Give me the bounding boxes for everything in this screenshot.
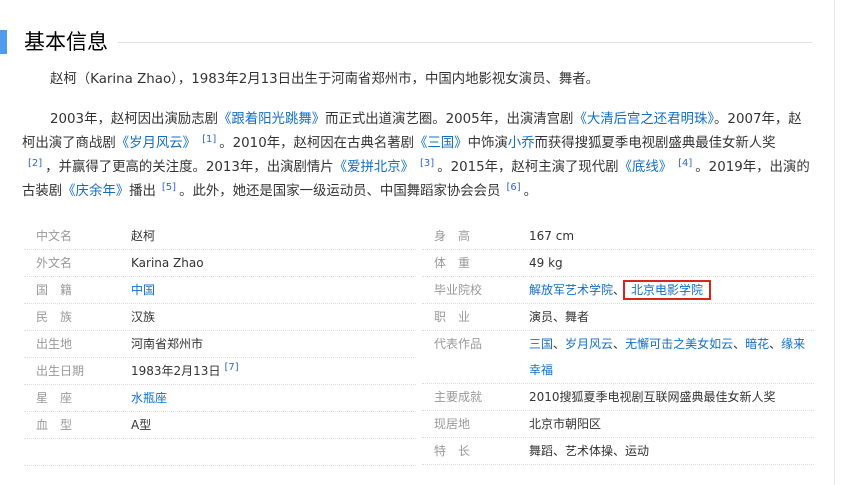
intro-text: 赵柯（Karina Zhao），1983年2月13日出生于河南省郑州市，中国内地… [50, 72, 600, 87]
link-drama-sui-yue-feng-yun[interactable]: 《岁月风云》 [116, 136, 196, 151]
info-row-ethnicity: 民 族 汉族 [24, 304, 416, 331]
info-value: 水瓶座 [131, 385, 167, 411]
info-row-residence: 现居地 北京市朝阳区 [422, 411, 814, 438]
info-row-birthplace: 出生地 河南省郑州市 [24, 331, 416, 358]
info-label: 代表作品 [434, 337, 483, 351]
link-zodiac[interactable]: 水瓶座 [131, 391, 167, 405]
info-row-works: 代表作品 三国、岁月风云、无懈可击之美女如云、暗花、缘来幸福 [422, 331, 814, 384]
info-row-foreign-name: 外文名 Karina Zhao [24, 250, 416, 277]
info-value: 2010搜狐夏季电视剧互联网盛典最佳女新人奖 [529, 390, 776, 404]
basic-info-table: 中文名 赵柯 外文名 Karina Zhao 国 籍 中国 民 族 汉族 出生地… [24, 223, 814, 466]
info-column-right: 身 高 167 cm 体 重 49 kg 毕业院校 解放军艺术学院、 北京电影学院… [422, 223, 814, 465]
link-drama-di-xian[interactable]: 《底线》 [619, 160, 673, 175]
info-row-weight: 体 重 49 kg [422, 250, 814, 277]
info-label: 现居地 [434, 417, 471, 431]
info-row-chinese-name: 中文名 赵柯 [24, 223, 416, 250]
info-value: 舞蹈、艺术体操、运动 [529, 444, 650, 458]
page-right-border [834, 0, 835, 485]
info-label: 出生日期 [36, 364, 85, 378]
info-row-empty [24, 439, 416, 466]
section-divider [118, 42, 812, 43]
info-label: 特 长 [434, 444, 471, 458]
intro-text: 。此外，她还是国家一级运动员、中国舞蹈家协会会员 [179, 184, 501, 199]
link-drama-qing-yu-nian[interactable]: 《庆余年》 [62, 184, 129, 199]
separator: 、 [733, 337, 746, 351]
intro-text: 。2010年，赵柯因在古典名著剧 [219, 136, 415, 151]
link-drama-da-qing-hou-gong[interactable]: 《大清后宫之还君明珠》 [573, 112, 714, 127]
link-work-wu-xie-ke-ji[interactable]: 无懈可击之美女如云 [625, 337, 733, 351]
info-label: 民 族 [36, 310, 73, 324]
intro-text: 而正式出道演艺圈。2005年，出演清宫剧 [325, 112, 574, 127]
section-accent-bar [0, 30, 7, 54]
link-drama-gen-zhe-yang-guang[interactable]: 《跟着阳光跳舞》 [218, 112, 325, 127]
info-label: 国 籍 [36, 283, 73, 297]
info-label: 星 座 [36, 391, 73, 405]
info-value: 中国 [131, 277, 155, 303]
info-value: 河南省郑州市 [131, 337, 204, 351]
link-work-san-guo[interactable]: 三国 [529, 337, 553, 351]
info-row-nationality: 国 籍 中国 [24, 277, 416, 304]
info-label: 中文名 [36, 229, 73, 243]
section-header: 基本信息 [0, 28, 812, 58]
info-label: 主要成就 [434, 390, 483, 404]
info-column-left: 中文名 赵柯 外文名 Karina Zhao 国 籍 中国 民 族 汉族 出生地… [24, 223, 416, 466]
info-row-zodiac: 星 座 水瓶座 [24, 385, 416, 412]
reference-1[interactable]: [1] [196, 134, 219, 145]
intro-paragraph-2: 2003年，赵柯因出演励志剧《跟着阳光跳舞》而正式出道演艺圈。2005年，出演清… [22, 108, 812, 204]
info-value: 167 cm [529, 229, 575, 243]
intro-text: 中饰演 [467, 136, 508, 151]
info-value: A型 [131, 418, 152, 432]
link-school-pla-art[interactable]: 解放军艺术学院 [529, 283, 613, 297]
link-film-ai-pin-bei-jing[interactable]: 《爱拼北京》 [334, 160, 414, 175]
reference-2[interactable]: [2] [22, 158, 45, 169]
info-value: 汉族 [131, 310, 156, 324]
info-label: 职 业 [434, 310, 471, 324]
intro-text: 2003年，赵柯因出演励志剧 [50, 112, 218, 127]
info-row-school: 毕业院校 解放军艺术学院、 北京电影学院 [422, 277, 814, 304]
reference-4[interactable]: [4] [672, 158, 695, 169]
reference-5[interactable]: [5] [156, 182, 179, 193]
info-label: 身 高 [434, 229, 471, 243]
link-nationality[interactable]: 中国 [131, 283, 155, 297]
link-work-sui-yue-feng-yun[interactable]: 岁月风云 [565, 337, 613, 351]
separator: 、 [553, 337, 566, 351]
info-row-height: 身 高 167 cm [422, 223, 814, 250]
info-value: 49 kg [529, 256, 563, 270]
intro-text: 播出 [129, 184, 156, 199]
info-row-specialty: 特 长 舞蹈、艺术体操、运动 [422, 438, 814, 465]
reference-6[interactable]: [6] [500, 182, 523, 193]
info-row-occupation: 职 业 演员、舞者 [422, 304, 814, 331]
info-label: 毕业院校 [434, 283, 483, 297]
info-row-achievement: 主要成就 2010搜狐夏季电视剧互联网盛典最佳女新人奖 [422, 384, 814, 411]
info-label: 体 重 [434, 256, 471, 270]
info-row-blood-type: 血 型 A型 [24, 412, 416, 439]
info-value: 三国、岁月风云、无懈可击之美女如云、暗花、缘来幸福 [529, 331, 814, 383]
info-row-birthdate: 出生日期 1983年2月13日 [7] [24, 358, 416, 385]
separator: 、 [613, 337, 626, 351]
info-label: 出生地 [36, 337, 73, 351]
intro-text: 。2015年，赵柯主演了现代剧 [437, 160, 619, 175]
info-label: 血 型 [36, 418, 73, 432]
info-value: Karina Zhao [131, 256, 204, 270]
link-work-an-hua[interactable]: 暗花 [745, 337, 769, 351]
intro-text: 而获得搜狐夏季电视剧盛典最佳女新人奖 [534, 136, 776, 151]
reference-3[interactable]: [3] [414, 158, 437, 169]
section-title: 基本信息 [24, 30, 108, 54]
intro-text: 。 [523, 184, 538, 199]
link-drama-san-guo[interactable]: 《三国》 [414, 136, 468, 151]
info-value: 北京市朝阳区 [529, 417, 602, 431]
info-value: 1983年2月13日 [7] [131, 358, 239, 384]
info-label: 外文名 [36, 256, 73, 270]
info-value: 解放军艺术学院、 北京电影学院 [529, 277, 712, 303]
intro-paragraph-1: 赵柯（Karina Zhao），1983年2月13日出生于河南省郑州市，中国内地… [22, 68, 812, 92]
info-value: 赵柯 [131, 229, 156, 243]
link-school-bfa-highlighted[interactable]: 北京电影学院 [623, 280, 712, 300]
reference-7[interactable]: [7] [220, 362, 238, 373]
info-value: 演员、舞者 [529, 310, 590, 324]
birthdate-text: 1983年2月13日 [131, 364, 221, 378]
link-role-xiao-qiao[interactable]: 小乔 [508, 136, 535, 151]
intro-text: ，并赢得了更高的关注度。2013年，出演剧情片 [45, 160, 334, 175]
separator: 、 [769, 337, 782, 351]
